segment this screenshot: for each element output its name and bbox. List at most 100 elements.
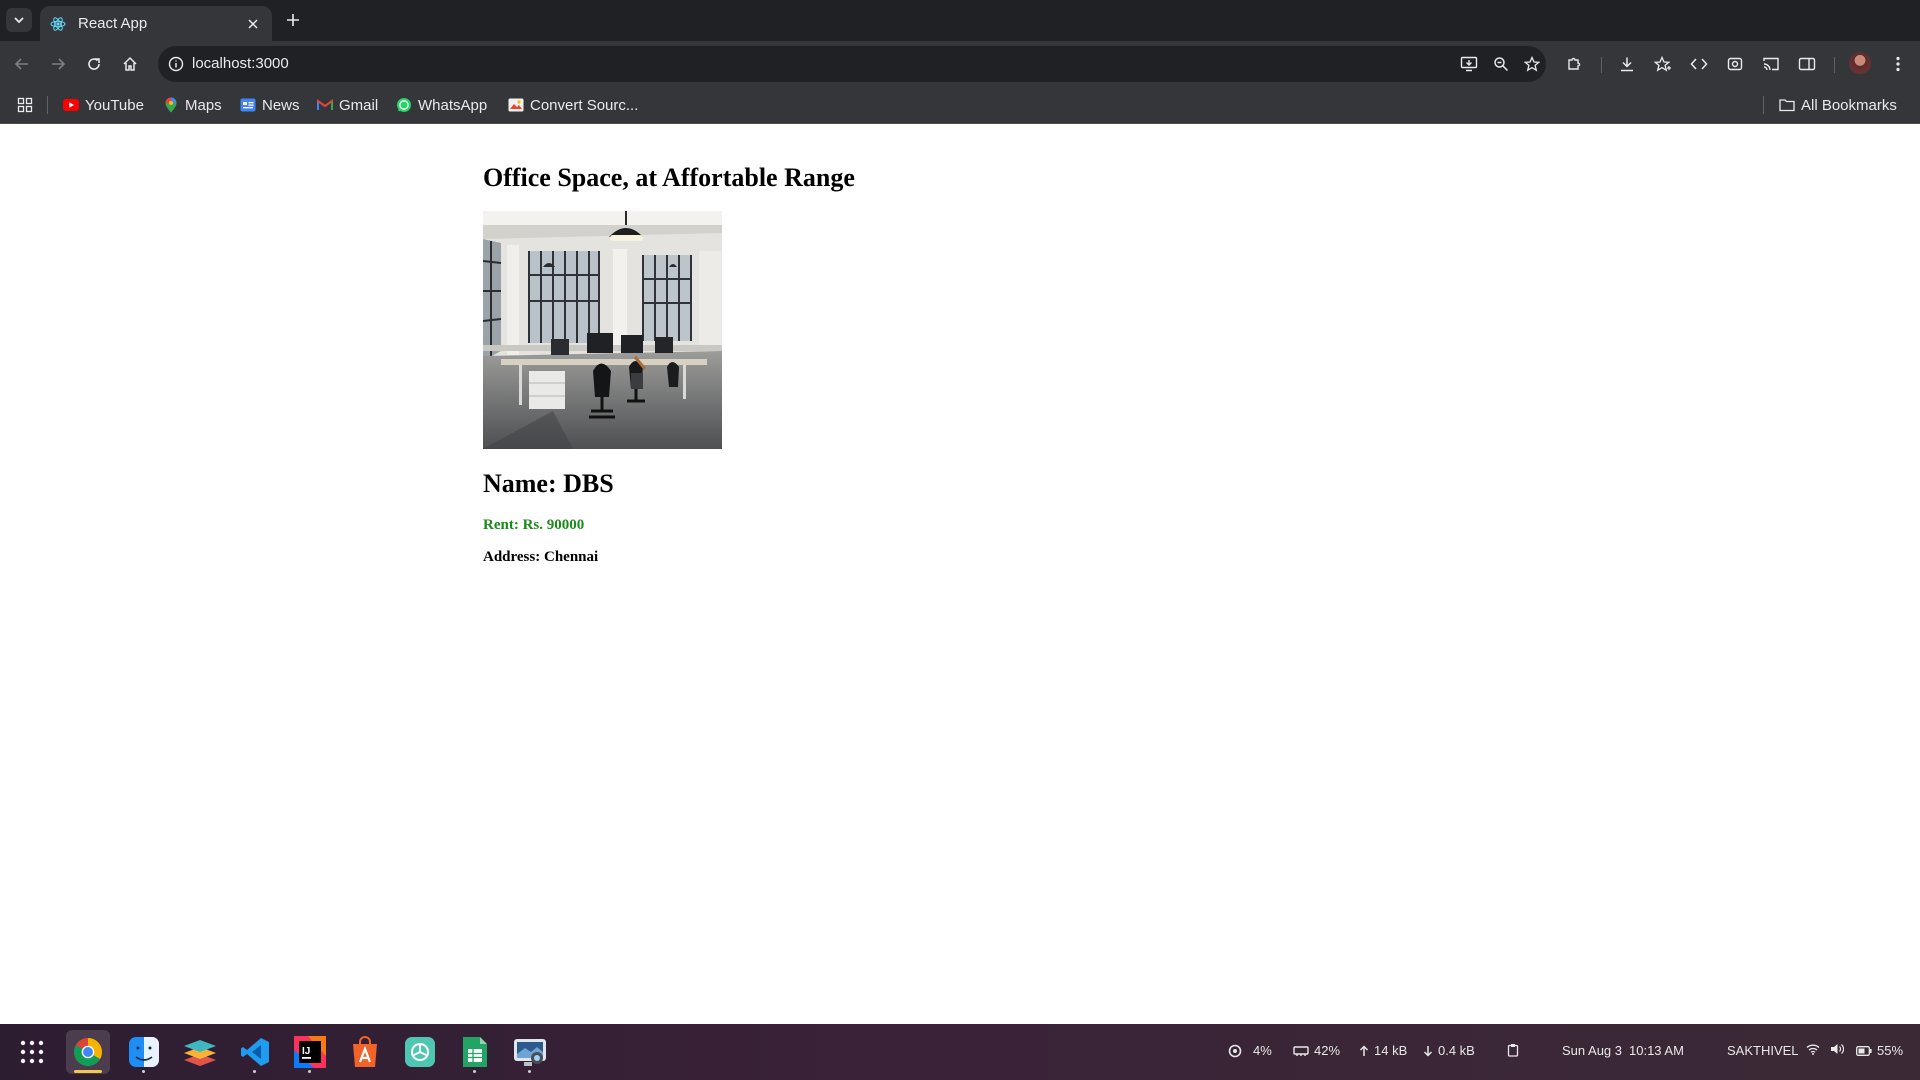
clipboard-icon — [1507, 1044, 1519, 1057]
profile-avatar[interactable] — [1849, 52, 1871, 74]
maps-pin-icon — [163, 97, 179, 113]
memory-icon — [1293, 1045, 1309, 1056]
taskbar-chrome[interactable] — [66, 1030, 110, 1074]
download-indicator[interactable]: 0.4 kB — [1423, 1043, 1475, 1058]
upload-indicator[interactable]: 14 kB — [1359, 1043, 1407, 1058]
side-panel-icon — [1798, 57, 1816, 71]
wifi-indicator[interactable] — [1806, 1043, 1825, 1055]
active-indicator — [74, 1070, 102, 1073]
downloads-button[interactable] — [1613, 50, 1641, 78]
taskbar-intellij[interactable]: IJ — [288, 1030, 332, 1074]
chevron-down-icon — [14, 17, 24, 24]
tab-strip: React App — [0, 0, 1920, 41]
bookmark-whatsapp[interactable]: WhatsApp — [396, 94, 487, 116]
arrow-left-icon — [14, 58, 28, 70]
office-rent: Rent: Rs. 90000 — [483, 517, 585, 533]
devtools-button[interactable] — [1685, 50, 1713, 78]
taskbar-vscode[interactable] — [233, 1030, 277, 1074]
cast-button[interactable] — [1757, 50, 1785, 78]
puzzle-icon — [1568, 57, 1581, 70]
install-app-icon[interactable] — [1457, 52, 1481, 76]
running-indicator — [142, 1070, 145, 1073]
whatsapp-icon — [396, 97, 412, 113]
bookmark-youtube[interactable]: YouTube — [63, 94, 144, 116]
clipboard-indicator[interactable] — [1507, 1043, 1524, 1057]
folder-icon — [1779, 97, 1795, 113]
cpu-indicator[interactable]: 4% — [1228, 1043, 1272, 1058]
taskbar-chatgpt[interactable] — [398, 1030, 442, 1074]
youtube-icon — [63, 97, 79, 113]
store-icon — [353, 1036, 377, 1067]
date-text: Sun Aug 3 — [1562, 1043, 1622, 1058]
back-button[interactable] — [8, 50, 36, 78]
running-indicator — [253, 1070, 256, 1073]
cpu-icon — [1228, 1044, 1242, 1057]
forward-button[interactable] — [44, 50, 72, 78]
new-tab-button[interactable] — [282, 9, 304, 31]
reload-icon — [88, 58, 100, 70]
bookmark-convert-source[interactable]: Convert Sourc... — [508, 94, 638, 116]
gmail-icon — [317, 97, 333, 113]
user-menu[interactable]: SAKTHIVEL — [1727, 1043, 1799, 1058]
running-indicator — [473, 1070, 476, 1073]
battery-value: 55% — [1877, 1043, 1904, 1058]
apps-shortcut[interactable] — [17, 94, 33, 116]
site-info-icon[interactable] — [166, 54, 186, 74]
bookmark-star-icon[interactable] — [1520, 52, 1544, 76]
bookmark-maps[interactable]: Maps — [163, 94, 222, 116]
bookmarks-divider — [1763, 96, 1764, 114]
bookmark-gmail[interactable]: Gmail — [317, 94, 378, 116]
taskbar-finder[interactable] — [122, 1030, 166, 1074]
bookmark-news[interactable]: News — [240, 94, 300, 116]
taskbar-spreadsheet[interactable] — [453, 1030, 497, 1074]
more-vertical-icon — [1896, 56, 1900, 72]
all-bookmarks-button[interactable]: All Bookmarks — [1779, 94, 1897, 116]
volume-icon — [1831, 1044, 1844, 1054]
browser-toolbar: localhost:3000 — [0, 41, 1920, 86]
plus-icon — [287, 14, 299, 26]
tab-title: React App — [78, 15, 148, 32]
camera-lens-icon — [1727, 57, 1743, 71]
code-icon — [1690, 58, 1708, 70]
taskbar-app-store[interactable] — [343, 1030, 387, 1074]
chatgpt-icon — [405, 1037, 435, 1067]
battery-indicator[interactable]: 55% — [1856, 1043, 1903, 1058]
arrow-down-icon — [1423, 1045, 1433, 1057]
bookmark-label: WhatsApp — [418, 96, 488, 114]
chrome-menu-button[interactable] — [1884, 50, 1912, 78]
cpu-value: 4% — [1253, 1043, 1272, 1058]
bookmarks-divider — [47, 96, 48, 114]
clock[interactable]: Sun Aug 3 10:13 AM — [1562, 1043, 1684, 1058]
office-name: Name: DBS — [483, 469, 614, 498]
layers-icon — [184, 1040, 216, 1066]
app-launcher-button[interactable] — [10, 1030, 54, 1074]
tab-search-button[interactable] — [6, 8, 32, 32]
intellij-icon: IJ — [294, 1036, 326, 1068]
reload-button[interactable] — [80, 50, 108, 78]
tab-close-button[interactable] — [244, 15, 262, 33]
react-icon — [50, 16, 66, 31]
upload-value: 14 kB — [1374, 1043, 1408, 1058]
reading-list-button[interactable] — [1649, 50, 1677, 78]
bookmark-label: News — [262, 96, 300, 114]
arrow-up-icon — [1359, 1044, 1369, 1056]
memory-indicator[interactable]: 42% — [1293, 1043, 1340, 1058]
spreadsheet-icon — [463, 1037, 487, 1067]
extensions-button[interactable] — [1560, 50, 1588, 78]
svg-text:IJ: IJ — [302, 1046, 310, 1057]
close-icon — [248, 18, 258, 29]
screenshot-button[interactable] — [1721, 50, 1749, 78]
volume-indicator[interactable] — [1830, 1043, 1849, 1055]
running-indicator — [308, 1070, 311, 1073]
zoom-icon[interactable] — [1489, 52, 1513, 76]
taskbar-screen-capture[interactable] — [508, 1030, 552, 1074]
side-panel-button[interactable] — [1793, 50, 1821, 78]
user-name: SAKTHIVEL — [1727, 1043, 1799, 1058]
star-list-icon — [1654, 56, 1671, 72]
home-button[interactable] — [116, 50, 144, 78]
taskbar-layers-app[interactable] — [178, 1030, 222, 1074]
bookmark-label: YouTube — [85, 96, 144, 114]
google-news-icon — [240, 97, 256, 113]
address-bar[interactable]: localhost:3000 — [158, 46, 1546, 82]
tab-react-app[interactable]: React App — [40, 6, 272, 41]
